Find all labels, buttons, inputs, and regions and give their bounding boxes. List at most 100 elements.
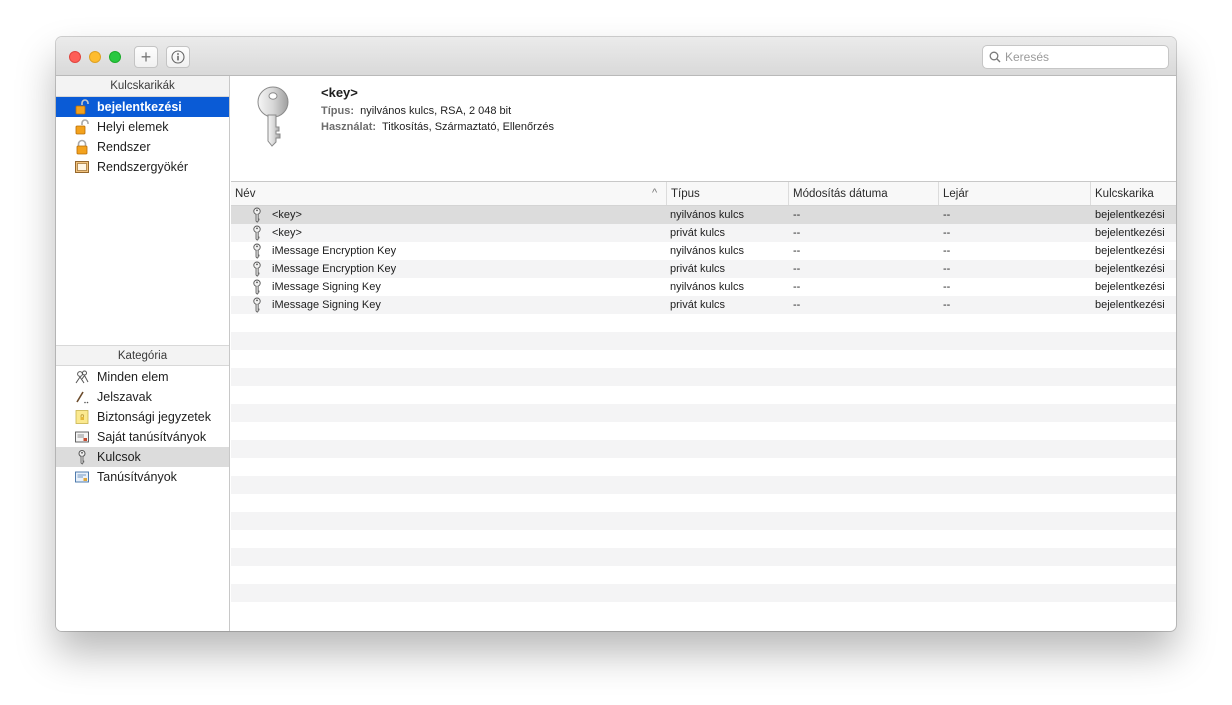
keychain-list: bejelentkezési Helyi elemek Rendszer Ren… — [56, 97, 229, 345]
cell-name: iMessage Signing Key — [272, 299, 381, 311]
sidebar-item-passwords[interactable]: Jelszavak — [56, 387, 229, 407]
table-row[interactable]: <key> privát kulcs -- -- bejelentkezési — [231, 224, 1176, 242]
empty-table-row — [231, 548, 1176, 566]
sidebar-item-login[interactable]: bejelentkezési — [56, 97, 229, 117]
empty-table-row — [231, 476, 1176, 494]
sidebar-item-label: Saját tanúsítványok — [97, 430, 207, 444]
sidebar-item-system-roots[interactable]: Rendszergyökér — [56, 157, 229, 177]
table-row[interactable]: <key> nyilvános kulcs -- -- bejelentkezési — [231, 206, 1176, 224]
cell-type: privát kulcs — [670, 299, 726, 311]
table-row[interactable]: iMessage Encryption Key nyilvános kulcs --… — [231, 242, 1176, 260]
table-header: Név ^ Típus Módosítás dátuma Lejár Kulcs… — [231, 182, 1176, 206]
cell-expires: -- — [943, 227, 951, 239]
sidebar-item-label: bejelentkezési — [97, 100, 182, 114]
type-value: nyilvános kulcs, RSA, 2 048 bit — [360, 105, 512, 117]
cell-type: privát kulcs — [670, 227, 726, 239]
cell-type: privát kulcs — [670, 263, 726, 275]
cell-keychain: bejelentkezési — [1095, 245, 1165, 257]
certificate-icon — [74, 469, 90, 485]
table-row[interactable]: iMessage Signing Key privát kulcs -- -- beje… — [231, 296, 1176, 314]
zoom-window-button[interactable] — [109, 51, 121, 63]
info-button[interactable] — [166, 46, 190, 68]
items-table: <key> nyilvános kulcs -- -- bejelentkezési <k… — [231, 206, 1176, 620]
sidebar-item-label: Tanúsítványok — [97, 470, 177, 484]
sidebar-item-keys[interactable]: Kulcsok — [56, 447, 229, 467]
empty-table-row — [231, 386, 1176, 404]
empty-table-row — [231, 530, 1176, 548]
keychain-window: + Keresés Kulcskarikák bejelentkezési He… — [56, 37, 1176, 631]
sidebar-item-my-certificates[interactable]: Saját tanúsítványok — [56, 427, 229, 447]
cell-type: nyilvános kulcs — [670, 209, 744, 221]
close-window-button[interactable] — [69, 51, 81, 63]
empty-table-row — [231, 332, 1176, 350]
key-icon — [251, 260, 265, 278]
sort-ascending-icon: ^ — [652, 187, 658, 199]
cell-modified: -- — [793, 227, 801, 239]
key-icon — [257, 86, 289, 147]
empty-table-row — [231, 494, 1176, 512]
empty-table-row — [231, 404, 1176, 422]
plus-icon: + — [140, 47, 152, 67]
search-field[interactable]: Keresés — [982, 45, 1169, 69]
search-icon — [989, 51, 1001, 63]
cell-name: <key> — [272, 209, 302, 221]
table-row[interactable]: iMessage Signing Key nyilvános kulcs -- -- b… — [231, 278, 1176, 296]
column-label: Név — [235, 187, 256, 200]
key-icon — [251, 224, 265, 242]
column-header-type[interactable]: Típus — [666, 182, 788, 205]
sidebar: Kulcskarikák bejelentkezési Helyi elemek… — [56, 76, 230, 631]
empty-table-row — [231, 584, 1176, 602]
people-icon — [74, 369, 90, 385]
main-pane: <key> Típus: nyilvános kulcs, RSA, 2 048… — [231, 76, 1176, 631]
sidebar-item-label: Helyi elemek — [97, 120, 169, 134]
usage-value: Titkosítás, Származtató, Ellenőrzés — [381, 121, 554, 133]
note-icon — [74, 409, 90, 425]
title-bar: + Keresés — [56, 37, 1176, 76]
item-detail-header: <key> Típus: nyilvános kulcs, RSA, 2 048… — [231, 76, 1176, 182]
key-icon — [251, 296, 265, 314]
column-header-modified[interactable]: Módosítás dátuma — [788, 182, 938, 205]
sidebar-item-label: Biztonsági jegyzetek — [97, 410, 211, 424]
empty-table-row — [231, 458, 1176, 476]
lock-open-icon — [74, 119, 90, 135]
sidebar-item-local-items[interactable]: Helyi elemek — [56, 117, 229, 137]
sidebar-item-secure-notes[interactable]: Biztonsági jegyzetek — [56, 407, 229, 427]
key-icon — [251, 242, 265, 260]
cell-type: nyilvános kulcs — [670, 281, 744, 293]
item-name: <key> — [321, 85, 358, 100]
cell-keychain: bejelentkezési — [1095, 227, 1165, 239]
empty-table-row — [231, 512, 1176, 530]
sidebar-item-certificates[interactable]: Tanúsítványok — [56, 467, 229, 487]
type-label: Típus: — [321, 105, 354, 117]
cell-keychain: bejelentkezési — [1095, 281, 1165, 293]
minimize-window-button[interactable] — [89, 51, 101, 63]
item-usage-line: Használat: Titkosítás, Származtató, Elle… — [321, 121, 554, 133]
category-list: Minden elem Jelszavak Biztonsági jegyzet… — [56, 366, 229, 487]
empty-table-row — [231, 314, 1176, 332]
cell-keychain: bejelentkezési — [1095, 263, 1165, 275]
cell-modified: -- — [793, 281, 801, 293]
cell-keychain: bejelentkezési — [1095, 299, 1165, 311]
column-label: Módosítás dátuma — [793, 187, 888, 200]
empty-table-row — [231, 350, 1176, 368]
column-header-expires[interactable]: Lejár — [938, 182, 1090, 205]
empty-table-row — [231, 422, 1176, 440]
usage-label: Használat: — [321, 121, 377, 133]
table-row[interactable]: iMessage Encryption Key privát kulcs -- -- b… — [231, 260, 1176, 278]
column-label: Kulcskarika — [1095, 187, 1154, 200]
cell-keychain: bejelentkezési — [1095, 209, 1165, 221]
cell-expires: -- — [943, 209, 951, 221]
cell-name: <key> — [272, 227, 302, 239]
sidebar-item-all-items[interactable]: Minden elem — [56, 367, 229, 387]
key-icon — [251, 278, 265, 296]
search-placeholder: Keresés — [1005, 50, 1050, 64]
sidebar-item-system[interactable]: Rendszer — [56, 137, 229, 157]
column-header-name[interactable]: Név — [231, 182, 665, 205]
cell-modified: -- — [793, 299, 801, 311]
column-label: Lejár — [943, 187, 969, 200]
cell-name: iMessage Encryption Key — [272, 245, 397, 257]
add-item-button[interactable]: + — [134, 46, 158, 68]
cell-modified: -- — [793, 263, 801, 275]
cell-name: iMessage Encryption Key — [272, 263, 397, 275]
column-header-keychain[interactable]: Kulcskarika — [1090, 182, 1176, 205]
